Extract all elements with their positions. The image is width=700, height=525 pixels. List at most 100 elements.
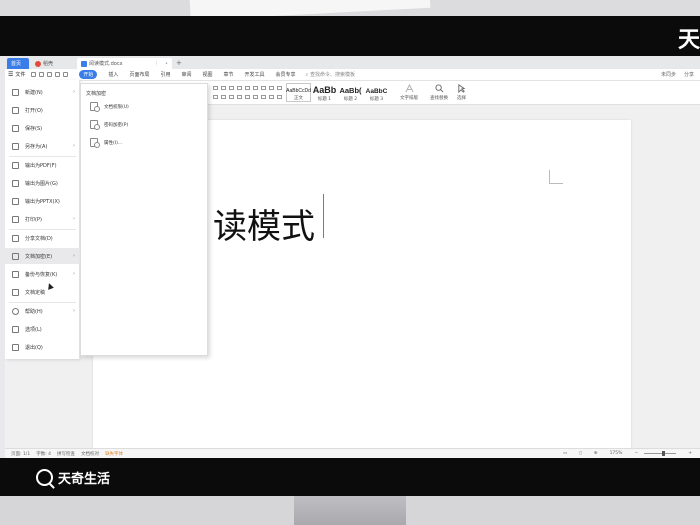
monitor-bezel-bottom: 天奇生活 — [0, 458, 700, 496]
style-gallery: AaBbCcDd 正文 AaBb 标题 1 AaBb(标题 2 AaBbC 标题 3 — [286, 83, 390, 102]
menu-save-as[interactable]: 另存为(A) › — [5, 138, 80, 154]
menu-export-pptx-label: 输出为PPTX(X) — [25, 198, 60, 205]
find-replace-tool[interactable]: 查找替换 — [430, 84, 448, 101]
menu-item-developer[interactable]: 开发工具 — [245, 71, 265, 78]
submenu-properties[interactable]: 属性(I)... — [90, 138, 122, 148]
alignment-tools[interactable] — [213, 95, 282, 99]
pptx-icon — [12, 197, 19, 205]
submenu-doc-permission[interactable]: 文档权限(U) — [90, 102, 129, 112]
missing-font-warning[interactable]: 缺失字体 — [105, 451, 123, 457]
menu-open-label: 打开(O) — [25, 107, 43, 114]
undo-icon[interactable] — [55, 72, 61, 77]
find-replace-label: 查找替换 — [430, 96, 448, 101]
word-count[interactable]: 字数: 4 — [36, 451, 51, 457]
reading-mode-icon[interactable]: ▯ — [579, 451, 581, 456]
zoom-slider[interactable] — [644, 451, 677, 456]
menu-help[interactable]: 帮助(H) › — [5, 303, 80, 319]
menu-print-label: 打印(P) — [25, 216, 42, 223]
menu-doc-encrypt-label: 文档加密(E) — [25, 253, 53, 260]
menu-exit[interactable]: 退出(Q) — [5, 339, 80, 355]
menu-print[interactable]: 打印(P) › — [5, 211, 80, 227]
menu-new[interactable]: 新建(N) › — [5, 84, 80, 100]
menu-item-view[interactable]: 视图 — [202, 71, 212, 78]
zoom-in-icon[interactable]: + — [688, 451, 692, 456]
paragraph-tools[interactable] — [213, 86, 282, 90]
web-view-icon[interactable]: ⊕ — [594, 451, 598, 456]
menu-export-pdf[interactable]: 输出为PDF(F) — [5, 157, 80, 173]
menu-item-insert[interactable]: 插入 — [108, 71, 118, 78]
hamburger-icon: ☰ — [8, 71, 14, 78]
zoom-level[interactable]: 175% — [610, 451, 623, 456]
style-heading-3[interactable]: AaBbC 标题 3 — [364, 83, 389, 102]
text-layout-label: 文字排版 — [400, 96, 418, 101]
menu-save[interactable]: 保存(S) — [5, 120, 80, 136]
menu-options[interactable]: 选项(L) — [5, 321, 80, 337]
menu-finalize[interactable]: 文档定稿 — [5, 284, 80, 300]
status-bar: 页面: 1/1 字数: 4 拼写检查 文档校对 缺失字体 ▭ ▯ ⊕ 175% … — [5, 448, 700, 458]
image-icon — [12, 179, 19, 187]
share-button[interactable]: 分享 — [684, 71, 694, 78]
text-layout-tool[interactable]: 文字排版 — [400, 84, 418, 101]
document-proofread[interactable]: 文档校对 — [81, 451, 99, 457]
style-heading-1-sample: AaBb — [312, 85, 337, 95]
view-mode-icon[interactable]: ▭ — [563, 451, 567, 456]
menubar-right: 未同步 分享 — [661, 71, 700, 78]
file-menu-button[interactable]: ☰ 文件 — [5, 70, 28, 80]
share-icon — [12, 234, 19, 242]
submenu-password-encrypt-label: 密码加密(P) — [104, 122, 129, 128]
menu-backup[interactable]: 备份与恢复(K) › — [5, 266, 80, 282]
zoom-slider-thumb[interactable] — [662, 451, 666, 456]
menu-doc-encrypt[interactable]: 文档加密(E) › — [5, 248, 80, 264]
menu-item-sections[interactable]: 章节 — [224, 71, 234, 78]
save-quick-icon[interactable] — [31, 72, 37, 77]
password-lock-icon — [90, 120, 100, 130]
open-folder-icon — [12, 106, 19, 114]
select-tool[interactable]: 选择 — [457, 84, 466, 101]
style-heading-2-sample: AaBb( — [339, 86, 362, 95]
sync-status[interactable]: 未同步 — [661, 71, 676, 78]
print-quick-icon[interactable] — [47, 72, 53, 77]
finalize-icon — [12, 288, 19, 296]
style-normal[interactable]: AaBbCcDd 正文 — [286, 83, 311, 102]
chevron-right-icon: › — [73, 308, 75, 314]
menu-finalize-label: 文档定稿 — [25, 289, 46, 296]
chevron-right-icon: › — [73, 271, 75, 277]
style-heading-1-label: 标题 1 — [317, 97, 332, 102]
exit-icon — [12, 343, 19, 351]
menu-item-layout[interactable]: 页面布局 — [129, 71, 149, 78]
chevron-right-icon: › — [73, 253, 75, 259]
menu-open[interactable]: 打开(O) — [5, 102, 80, 118]
menu-item-references[interactable]: 引用 — [160, 71, 170, 78]
watermark-brand-label: 天奇生活 — [58, 472, 111, 487]
redo-icon[interactable] — [63, 72, 69, 77]
tab-document-label: 阅读模式.docx — [89, 61, 123, 67]
zoom-out-icon[interactable]: − — [634, 451, 638, 456]
style-heading-1[interactable]: AaBb 标题 1 — [312, 83, 337, 102]
text-layout-icon — [404, 84, 414, 93]
tab-home[interactable]: 首页 — [7, 58, 29, 69]
document-text[interactable]: 读模式 — [213, 199, 315, 248]
gear-icon — [12, 325, 19, 333]
menu-share-doc[interactable]: 分享文档(D) — [5, 230, 80, 246]
chevron-right-icon: › — [73, 143, 75, 149]
menu-item-home[interactable]: 开始 — [79, 70, 98, 79]
pin-dot-icon: • — [165, 60, 168, 67]
menu-export-image[interactable]: 输出为图片(G) — [5, 175, 80, 191]
tab-document[interactable]: 阅读模式.docx ⋮ • — [77, 58, 172, 69]
new-tab-button[interactable]: + — [176, 58, 182, 69]
menu-export-pptx[interactable]: 输出为PPTX(X) — [5, 193, 80, 209]
menu-item-review[interactable]: 审阅 — [181, 71, 191, 78]
spell-check[interactable]: 拼写检查 — [57, 451, 75, 457]
open-quick-icon[interactable] — [39, 72, 45, 77]
submenu-password-encrypt[interactable]: 密码加密(P) — [90, 120, 129, 130]
tab-home-label: 首页 — [11, 61, 22, 67]
word-doc-icon — [81, 60, 87, 67]
close-icon[interactable]: ⋮ — [154, 61, 159, 67]
tab-straw[interactable]: 稻壳 — [31, 58, 75, 69]
page-count[interactable]: 页面: 1/1 — [11, 451, 30, 457]
chevron-right-icon: › — [73, 216, 75, 222]
style-heading-2[interactable]: AaBb(标题 2 — [338, 83, 363, 102]
command-search[interactable]: ⌕ 查找命令、搜索模板 — [306, 71, 355, 78]
properties-icon — [90, 138, 100, 148]
menu-item-member[interactable]: 会员专享 — [276, 71, 296, 78]
